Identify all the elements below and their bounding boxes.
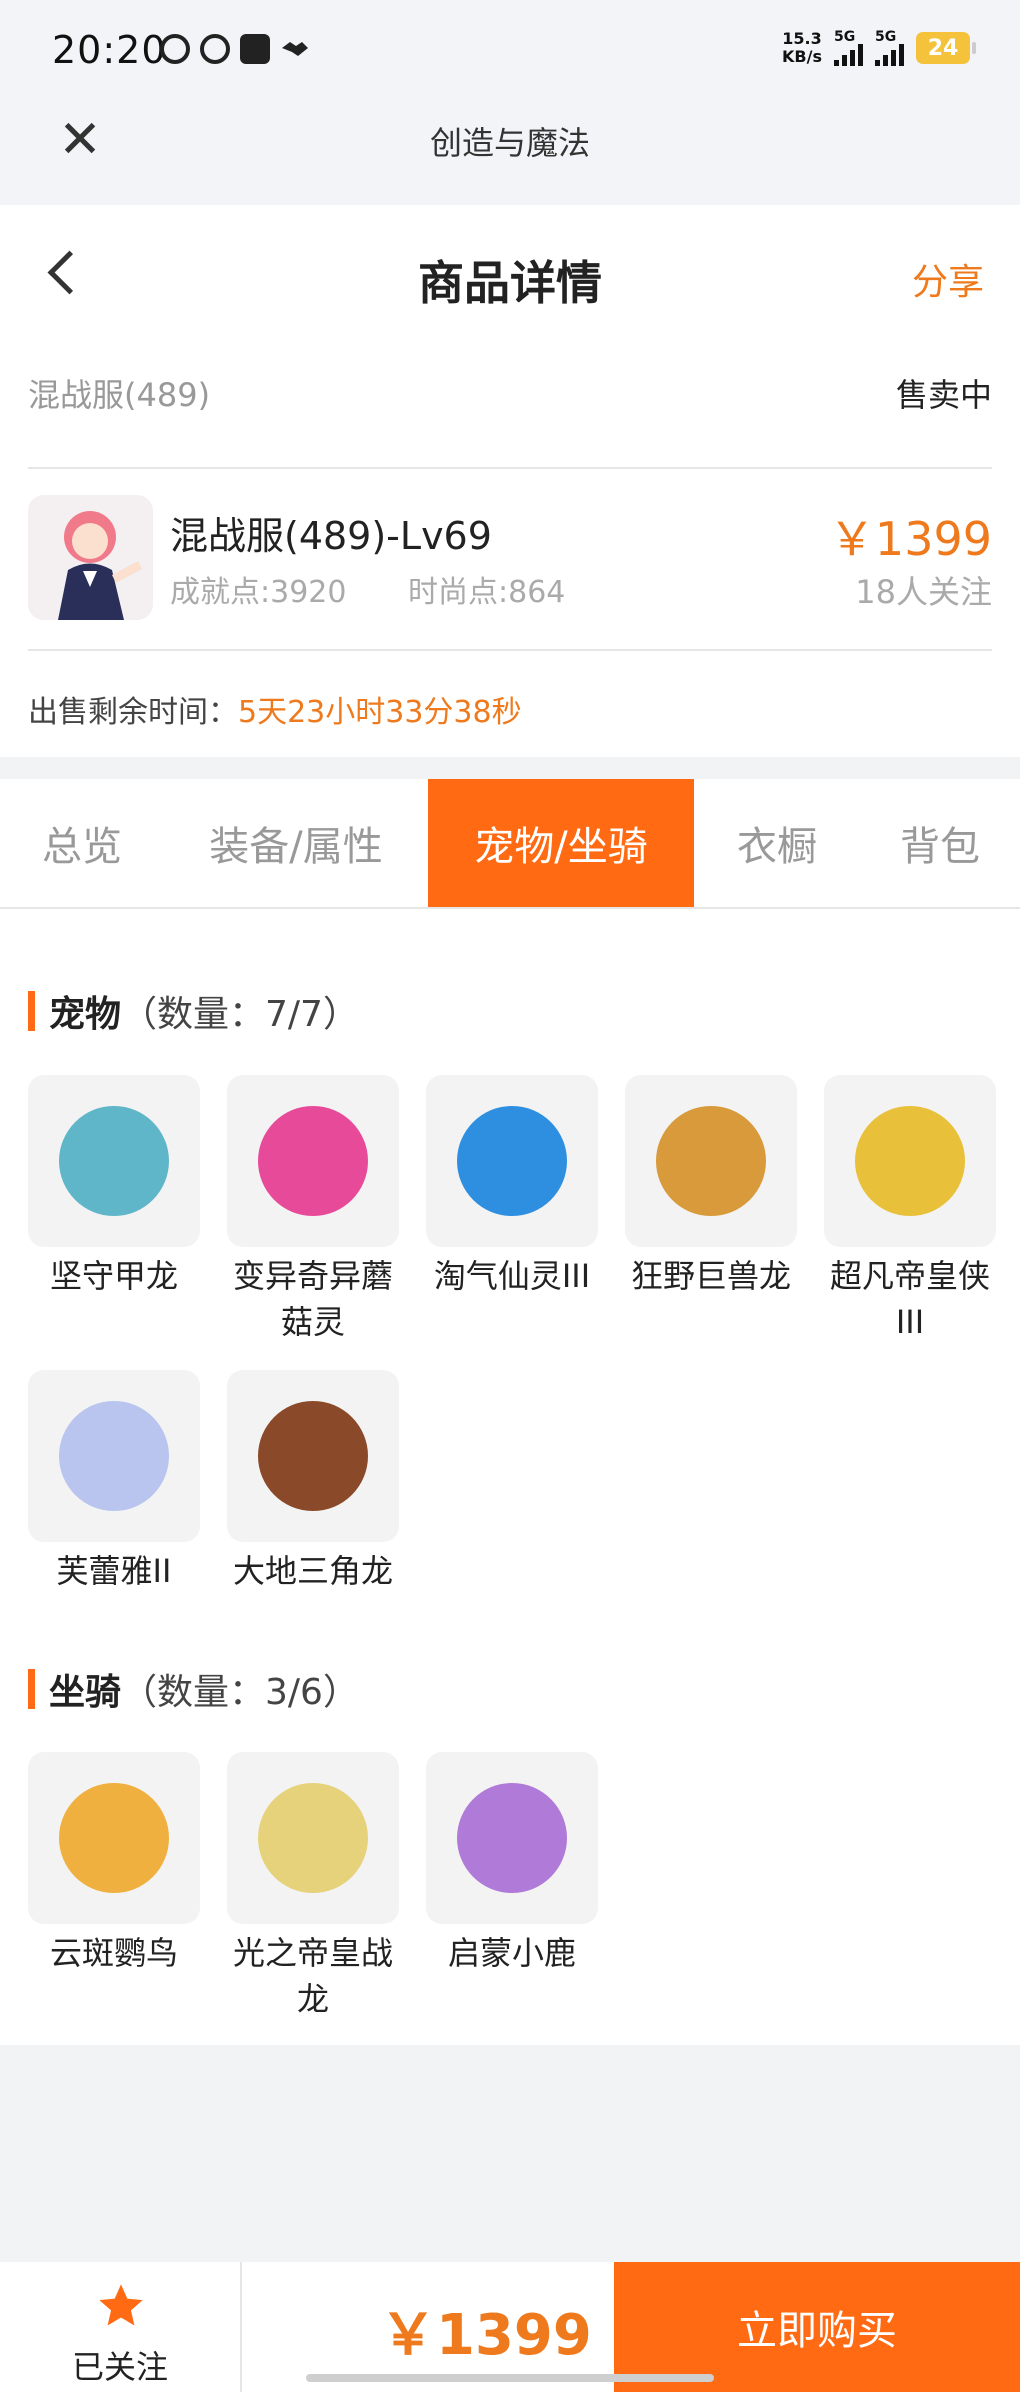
achievement-points: 成就点:3920 (170, 575, 347, 610)
app-header: ✕ 创造与魔法 (0, 100, 1020, 205)
mount-icon (258, 1783, 368, 1893)
pet-icon (59, 1401, 169, 1511)
pet-item[interactable]: 变异奇异蘑菇灵 (227, 1075, 399, 1345)
fashion-points: 时尚点:864 (408, 575, 566, 610)
signal-icon-2: 5G (875, 30, 904, 66)
bottom-price: ￥1399 (380, 2303, 592, 2368)
pet-item[interactable]: 超凡帝皇侠III (824, 1075, 996, 1345)
status-time: 20:20 (52, 28, 167, 72)
signal-icon: 5G (834, 30, 863, 66)
pet-thumbnail (227, 1075, 399, 1247)
item-summary: 混战服(489)-Lv69 成就点:3920 时尚点:864 ￥1399 18人… (28, 495, 992, 625)
item-meta: 成就点:3920 时尚点:864 (170, 567, 617, 611)
home-indicator (306, 2374, 714, 2382)
server-name: 混战服(489) (28, 376, 211, 414)
detail-tabs: 总览 装备/属性 宠物/坐骑 衣橱 背包 (0, 779, 1020, 909)
pet-item[interactable]: 大地三角龙 (227, 1370, 399, 1594)
mount-item[interactable]: 光之帝皇战龙 (227, 1752, 399, 2022)
status-bar: 20:20 15.3 KB/s 5G 5G 24 (0, 0, 1020, 100)
remaining-time: 出售剩余时间：5天23小时33分38秒 (28, 695, 522, 730)
mount-item[interactable]: 启蒙小鹿 (426, 1752, 598, 1976)
tab-equipment[interactable]: 装备/属性 (164, 779, 428, 907)
pet-icon (855, 1106, 965, 1216)
remaining-time-value: 5天23小时33分38秒 (238, 695, 522, 730)
pet-item[interactable]: 淘气仙灵III (426, 1075, 598, 1299)
pet-thumbnail (625, 1075, 797, 1247)
pet-icon (457, 1106, 567, 1216)
pet-item[interactable]: 坚守甲龙 (28, 1075, 200, 1299)
server-row: 混战服(489) 售卖中 (28, 370, 992, 430)
mount-item[interactable]: 云斑鹦鸟 (28, 1752, 200, 1976)
mount-thumbnail (28, 1752, 200, 1924)
item-title: 混战服(489)-Lv69 (170, 514, 492, 558)
character-avatar (28, 495, 153, 620)
app-title: 创造与魔法 (429, 124, 590, 162)
buy-now-button[interactable]: 立即购买 (614, 2262, 1020, 2392)
pet-item[interactable]: 狂野巨兽龙 (625, 1075, 797, 1299)
follow-button[interactable]: 已关注 (0, 2262, 242, 2392)
page-nav: 商品详情 分享 (0, 205, 1020, 345)
bottom-bar: 已关注 ￥1399 立即购买 (0, 2262, 1020, 2392)
pet-icon (258, 1106, 368, 1216)
star-icon (99, 2284, 143, 2326)
pet-thumbnail (28, 1075, 200, 1247)
share-button[interactable]: 分享 (912, 253, 984, 305)
follow-label: 已关注 (71, 2348, 168, 2386)
pet-thumbnail (28, 1370, 200, 1542)
status-right: 15.3 KB/s 5G 5G 24 (782, 29, 976, 66)
pet-icon (656, 1106, 766, 1216)
tab-pets-mounts[interactable]: 宠物/坐骑 (428, 779, 694, 907)
page-title: 商品详情 (418, 256, 602, 310)
pets-section-title: 宠物 （数量：7/7） (28, 985, 359, 1037)
mounts-section-title: 坐骑 （数量：3/6） (28, 1663, 359, 1715)
mount-thumbnail (426, 1752, 598, 1924)
tab-wardrobe[interactable]: 衣橱 (694, 779, 860, 907)
section-gap (0, 757, 1020, 779)
pet-thumbnail (426, 1075, 598, 1247)
handshake-icon (280, 34, 310, 64)
mount-thumbnail (227, 1752, 399, 1924)
tab-backpack[interactable]: 背包 (860, 779, 1020, 907)
pet-thumbnail (824, 1075, 996, 1247)
message-icon (200, 34, 230, 64)
item-price: ￥1399 (828, 512, 992, 566)
pet-thumbnail (227, 1370, 399, 1542)
network-speed: 15.3 KB/s (782, 29, 822, 66)
follower-count: 18人关注 (855, 573, 992, 611)
divider (28, 649, 992, 651)
netease-icon (160, 34, 190, 64)
content-card: 商品详情 分享 混战服(489) 售卖中 混战服(489)-Lv69 成就点:3… (0, 205, 1020, 2045)
mount-icon (59, 1783, 169, 1893)
pet-icon (59, 1106, 169, 1216)
tab-overview[interactable]: 总览 (0, 779, 164, 907)
battery-icon: 24 (916, 32, 976, 64)
mount-icon (457, 1783, 567, 1893)
divider (28, 467, 992, 469)
sale-status: 售卖中 (895, 376, 992, 414)
pet-icon (258, 1401, 368, 1511)
pet-item[interactable]: 芙蕾雅II (28, 1370, 200, 1594)
notification-icons (160, 34, 310, 64)
telegram-icon (240, 34, 270, 64)
